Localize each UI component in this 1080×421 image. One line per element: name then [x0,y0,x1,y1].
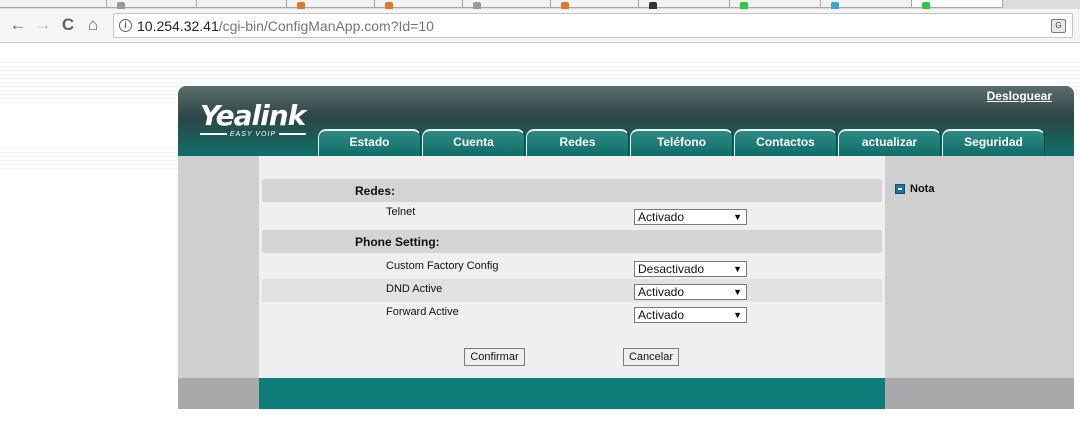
dropdown-arrow-icon: ▼ [733,310,742,320]
yealink-header: Yealink EASY VOIP Desloguear Estado Cuen… [178,86,1074,156]
main-nav-tabs: Estado Cuenta Redes Teléfono Contactos a… [318,129,1046,156]
right-panel: Nota [885,156,1074,409]
browser-tab[interactable] [286,0,378,9]
select-value: Activado [638,210,685,224]
select-value: Activado [638,285,685,299]
telnet-select[interactable]: Activado ▼ [634,209,747,225]
section-title: Phone Setting: [355,235,440,249]
cancel-button[interactable]: Cancelar [623,348,679,366]
nota-label: Nota [910,183,935,195]
translate-icon[interactable]: G [1051,19,1066,33]
custom-factory-select[interactable]: Desactivado ▼ [634,261,747,277]
setting-label: DND Active [386,283,443,295]
section-header-redes: Redes: [262,179,882,202]
tab-contactos[interactable]: Contactos [734,129,837,156]
url-host: 10.254.32.41 [137,18,219,34]
tab-actualizar[interactable]: actualizar [838,129,941,156]
browser-tab-strip [0,0,1080,9]
logo-tagline: EASY VOIP [200,130,307,138]
back-arrow-icon[interactable]: ← [8,15,28,35]
select-value: Desactivado [638,262,705,276]
browser-tab[interactable] [638,0,733,9]
forward-arrow-icon[interactable]: → [33,15,53,35]
url-path: /cgi-bin/ConfigManApp.com?Id=10 [218,18,434,34]
setting-label: Custom Factory Config [386,260,499,272]
setting-label: Telnet [386,206,416,218]
dropdown-arrow-icon: ▼ [733,287,742,297]
left-panel [178,156,259,409]
dropdown-arrow-icon: ▼ [733,212,742,222]
browser-tab-active[interactable] [911,0,1003,9]
confirm-button[interactable]: Confirmar [464,348,525,366]
tab-telefono[interactable]: Teléfono [630,129,733,156]
dnd-active-select[interactable]: Activado ▼ [634,284,747,300]
yealink-logo: Yealink [200,99,306,132]
section-title: Redes: [355,184,396,198]
info-icon[interactable]: i [119,19,132,32]
nota-link[interactable]: Nota [895,183,934,195]
home-icon[interactable]: ⌂ [83,15,103,35]
logout-link[interactable]: Desloguear [987,89,1052,103]
tab-estado[interactable]: Estado [318,129,421,156]
tab-seguridad[interactable]: Seguridad [942,129,1045,156]
browser-tab[interactable] [106,0,201,9]
forward-active-select[interactable]: Activado ▼ [634,307,747,323]
section-header-phone-setting: Phone Setting: [262,230,882,253]
settings-form: Redes: Telnet Activado ▼ Phone Setting: … [259,156,885,378]
browser-tab[interactable] [729,0,824,9]
browser-tab[interactable] [374,0,466,9]
right-panel-footer [885,378,1074,409]
setting-row-forward: Forward Active Activado ▼ [262,302,882,325]
browser-tab[interactable] [196,0,291,8]
dropdown-arrow-icon: ▼ [733,264,742,274]
reload-icon[interactable]: C [58,15,78,35]
select-value: Activado [638,308,685,322]
setting-label: Forward Active [386,306,459,318]
tab-redes[interactable]: Redes [526,129,629,156]
tab-cuenta[interactable]: Cuenta [422,129,525,156]
content-footer-bar [259,378,885,409]
address-bar[interactable]: i 10.254.32.41/cgi-bin/ConfigManApp.com?… [113,13,1073,38]
note-arrow-icon [895,184,905,194]
browser-tab[interactable] [820,0,915,9]
page-decoration [0,148,180,172]
setting-row-dnd: DND Active Activado ▼ [262,279,882,302]
url-text[interactable]: 10.254.32.41/cgi-bin/ConfigManApp.com?Id… [137,18,434,34]
setting-row-custom-factory: Custom Factory Config Desactivado ▼ [262,256,882,279]
setting-row-telnet: Telnet Activado ▼ [262,202,882,225]
left-panel-footer [178,378,259,409]
browser-tab[interactable] [462,0,554,9]
browser-tab[interactable] [550,0,642,9]
browser-toolbar: ← → C ⌂ i 10.254.32.41/cgi-bin/ConfigMan… [0,9,1080,43]
browser-tab[interactable] [0,0,110,8]
